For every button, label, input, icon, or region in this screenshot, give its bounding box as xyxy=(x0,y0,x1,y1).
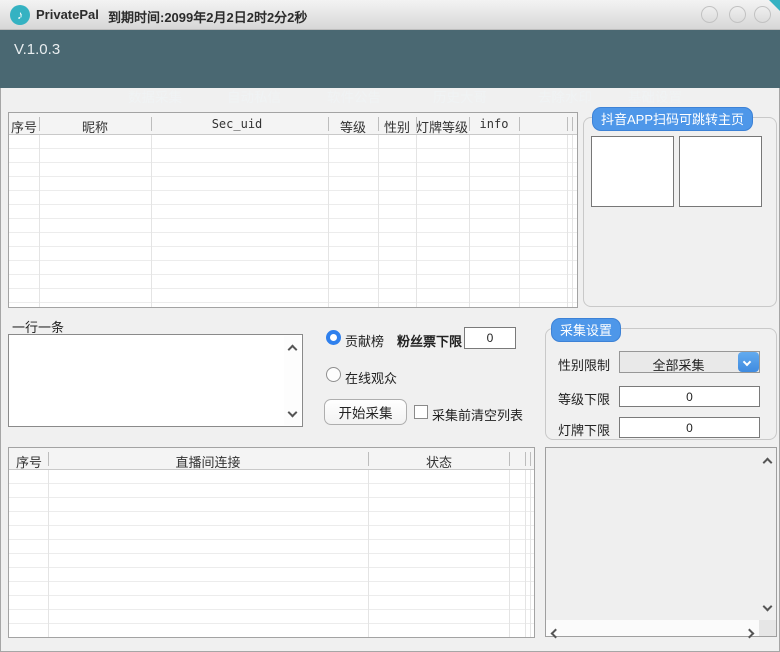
qr-panel-title-badge: 抖音APP扫码可跳转主页 xyxy=(592,107,753,131)
navbar: V.1.0.3 数据采集 自动私信 软件公告 历史大哥 去除水印 基础设置 xyxy=(0,30,780,88)
header-divider xyxy=(39,117,40,131)
col-header-gender[interactable]: 性别 xyxy=(384,117,410,136)
scroll-right-icon[interactable] xyxy=(746,624,753,642)
app-window: ♪ PrivatePal 到期时间:2099年2月2日2时2分2秒 V.1.0.… xyxy=(0,0,780,652)
column-divider xyxy=(469,135,470,307)
app-title: PrivatePal xyxy=(36,7,99,22)
col-header-room-link[interactable]: 直播间连接 xyxy=(175,452,240,471)
col-header-status[interactable]: 状态 xyxy=(426,452,452,471)
nav-item-watermark[interactable]: 去除水印 xyxy=(538,86,592,106)
nav-item-history[interactable]: 历史大哥 xyxy=(433,86,487,106)
fan-ticket-input[interactable] xyxy=(464,327,516,349)
maximize-icon[interactable] xyxy=(729,6,746,23)
header-divider xyxy=(416,117,417,131)
header-divider xyxy=(530,452,531,466)
app-logo-icon: ♪ xyxy=(10,5,30,25)
collect-settings-panel: 采集设置 性别限制 全部采集 等级下限 灯牌下限 xyxy=(545,328,777,440)
scroll-down-icon[interactable] xyxy=(284,403,301,421)
fan-ticket-label: 粉丝票下限 xyxy=(397,331,462,350)
nav-item-announcement[interactable]: 软件公告 xyxy=(327,86,381,106)
qr-code-box-1 xyxy=(591,136,674,207)
header-divider xyxy=(509,452,510,466)
online-audience-radio-label[interactable]: 在线观众 xyxy=(345,368,397,387)
lamp-min-label: 灯牌下限 xyxy=(558,420,610,439)
header-divider xyxy=(328,117,329,131)
room-table-header: 序号 直播间连接 状态 xyxy=(9,448,534,470)
vertical-scrollbar[interactable] xyxy=(759,448,776,620)
user-table: 序号 昵称 Sec_uid 等级 性别 灯牌等级 info xyxy=(8,112,578,308)
user-table-body[interactable] xyxy=(9,135,577,307)
qr-code-box-2 xyxy=(679,136,762,207)
log-list-panel[interactable] xyxy=(545,447,777,637)
header-divider xyxy=(48,452,49,466)
col-header-level[interactable]: 等级 xyxy=(340,117,366,136)
header-divider xyxy=(368,452,369,466)
scroll-left-icon[interactable] xyxy=(552,624,559,642)
column-divider xyxy=(519,135,520,307)
minimize-icon[interactable] xyxy=(701,6,718,23)
column-divider xyxy=(416,135,417,307)
header-divider xyxy=(572,117,573,131)
nav-item-data-collect[interactable]: 数据采集 xyxy=(128,86,182,106)
column-divider xyxy=(368,470,369,637)
level-min-input[interactable] xyxy=(619,386,760,407)
gender-limit-label: 性别限制 xyxy=(558,355,610,374)
header-divider xyxy=(567,117,568,131)
room-table-body[interactable] xyxy=(9,470,534,637)
corner-accent xyxy=(769,0,780,11)
horizontal-scrollbar[interactable] xyxy=(546,620,759,636)
col-header-secuid[interactable]: Sec_uid xyxy=(212,117,263,131)
online-audience-radio[interactable] xyxy=(326,367,341,382)
column-divider xyxy=(151,135,152,307)
column-divider xyxy=(509,470,510,637)
gender-limit-dropdown[interactable]: 全部采集 xyxy=(619,351,760,373)
header-divider xyxy=(519,117,520,131)
start-collect-button[interactable]: 开始采集 xyxy=(324,399,407,425)
scrollbar-corner xyxy=(759,620,776,636)
col-header-index[interactable]: 序号 xyxy=(16,452,42,471)
contribution-radio-label[interactable]: 贡献榜 xyxy=(345,331,384,350)
user-table-header: 序号 昵称 Sec_uid 等级 性别 灯牌等级 info xyxy=(9,113,577,135)
column-divider xyxy=(39,135,40,307)
header-divider xyxy=(525,452,526,466)
scroll-up-icon[interactable] xyxy=(284,340,301,358)
header-divider xyxy=(151,117,152,131)
expiry-time-text: 到期时间:2099年2月2日2时2分2秒 xyxy=(108,7,307,26)
col-header-lamp-level[interactable]: 灯牌等级 xyxy=(416,117,468,136)
contribution-radio[interactable] xyxy=(326,330,341,345)
column-divider xyxy=(48,470,49,637)
col-header-info[interactable]: info xyxy=(480,117,509,131)
header-divider xyxy=(378,117,379,131)
lamp-min-input[interactable] xyxy=(619,417,760,438)
chevron-down-icon xyxy=(743,358,751,366)
scrollbar-track-line xyxy=(525,470,526,637)
collect-settings-title-badge: 采集设置 xyxy=(551,318,621,342)
scrollbar-track-line xyxy=(530,470,531,637)
textarea-scrollbar[interactable] xyxy=(284,336,301,425)
room-table: 序号 直播间连接 状态 xyxy=(8,447,535,638)
scrollbar-track-line xyxy=(572,135,573,307)
scrollbar-track-line xyxy=(567,135,568,307)
qr-panel: 抖音APP扫码可跳转主页 xyxy=(583,117,777,307)
nav-item-settings[interactable]: 基础设置 xyxy=(628,86,682,106)
nav-item-auto-message[interactable]: 自动私信 xyxy=(227,86,281,106)
version-label: V.1.0.3 xyxy=(14,41,60,58)
clear-before-collect-checkbox[interactable] xyxy=(414,405,428,419)
gender-limit-selected-value: 全部采集 xyxy=(620,355,737,374)
clear-before-collect-label[interactable]: 采集前清空列表 xyxy=(432,405,523,424)
scroll-up-icon[interactable] xyxy=(759,453,776,471)
column-divider xyxy=(378,135,379,307)
scroll-down-icon[interactable] xyxy=(759,597,776,615)
titlebar: ♪ PrivatePal 到期时间:2099年2月2日2时2分2秒 xyxy=(0,0,780,30)
col-header-index[interactable]: 序号 xyxy=(11,117,37,136)
column-divider xyxy=(328,135,329,307)
header-divider xyxy=(469,117,470,131)
level-min-label: 等级下限 xyxy=(558,389,610,408)
room-list-textarea-wrap xyxy=(8,334,303,427)
dropdown-button[interactable] xyxy=(738,352,759,372)
col-header-nickname[interactable]: 昵称 xyxy=(82,117,108,136)
room-list-textarea[interactable] xyxy=(10,336,284,425)
